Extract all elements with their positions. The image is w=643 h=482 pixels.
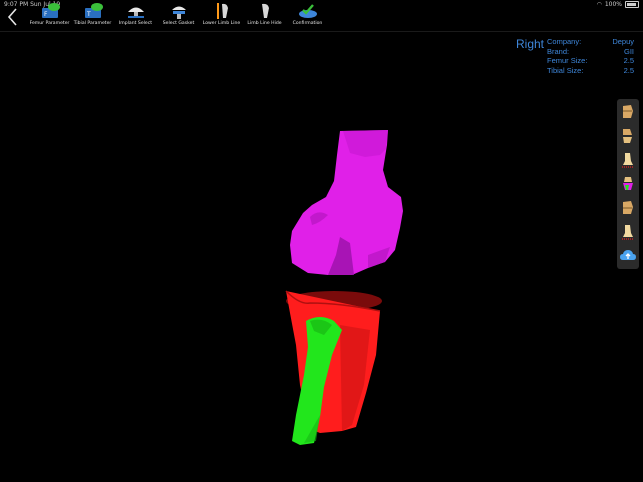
toolbar-tibial-parameter[interactable]: T Tibial Parameter (71, 2, 114, 30)
toolbar-femur-parameter[interactable]: F Femur Parameter (28, 2, 71, 30)
info-label: Company: (547, 37, 582, 46)
view-femur-alt-button[interactable] (618, 197, 638, 219)
view-femur-button[interactable] (618, 101, 638, 123)
status-indicators: ◠ 100% (597, 1, 639, 8)
view-femur-tibia-button[interactable] (618, 125, 638, 147)
toolbar-lower-limb-line[interactable]: Lower Limb Line (200, 2, 243, 30)
toolbar-confirmation[interactable]: Confirmation (286, 2, 329, 30)
upload-button[interactable] (618, 245, 638, 267)
toolbar-femur-parameter-label: Femur Parameter (29, 21, 70, 26)
view-side-toolbar (617, 99, 639, 269)
battery-percent: 100% (604, 1, 622, 8)
battery-icon (625, 1, 639, 8)
side-label: Right (516, 37, 545, 51)
limb-line-hide-icon (261, 3, 269, 18)
info-row-femur-size: Femur Size: 2.5 (547, 56, 634, 66)
femur-parameter-icon: F (41, 3, 60, 18)
select-gasket-icon (171, 6, 186, 19)
toolbar-confirmation-label: Confirmation (292, 21, 323, 26)
info-value: 2.5 (623, 65, 634, 75)
femur-model[interactable] (290, 130, 403, 275)
info-row-brand: Brand: GII (547, 47, 634, 57)
toolbar-select-gasket[interactable]: Select Gasket (157, 2, 200, 30)
info-row-company: Company: Depuy (547, 37, 634, 47)
tibia-view-icon (622, 153, 634, 168)
implant-select-icon (127, 7, 144, 18)
info-label: Brand: (547, 46, 570, 56)
info-value: GII (623, 46, 634, 56)
info-label: Tibial Size: (547, 65, 584, 75)
info-row-tibial-size: Tibial Size: 2.5 (547, 66, 634, 76)
info-value: 2.5 (623, 56, 634, 66)
view-color-model-button[interactable] (618, 173, 638, 195)
toolbar-tibial-parameter-label: Tibial Parameter (73, 21, 112, 26)
femur-view-icon (623, 105, 633, 118)
toolbar-lower-limb-line-label: Lower Limb Line (202, 21, 241, 26)
toolbar-implant-select-label: Implant Select (118, 21, 153, 26)
view-tibia-button[interactable] (618, 149, 638, 171)
femur-alt-view-icon (623, 201, 633, 214)
toolbar-implant-select[interactable]: Implant Select (114, 2, 157, 30)
svg-text:T: T (86, 11, 91, 18)
color-model-icon (623, 177, 633, 190)
femur-tibia-view-icon (623, 129, 632, 143)
back-button[interactable] (6, 7, 20, 27)
info-label: Femur Size: (547, 56, 588, 66)
svg-text:F: F (44, 11, 48, 18)
chevron-left-icon (7, 8, 17, 26)
toolbar-divider (0, 31, 643, 32)
lower-limb-line-icon (216, 3, 228, 19)
top-toolbar: F Femur Parameter T Tibial Parameter Imp… (28, 2, 329, 30)
view-tibia-alt-button[interactable] (618, 221, 638, 243)
wifi-icon: ◠ (596, 1, 602, 8)
confirmation-icon (298, 4, 317, 18)
tibial-parameter-icon: T (84, 3, 103, 18)
info-value: Depuy (612, 37, 634, 46)
toolbar-limb-line-hide[interactable]: Limb Line Hide (243, 2, 286, 30)
info-rows: Company: Depuy Brand: GII Femur Size: 2.… (547, 37, 634, 75)
3d-bone-model-view[interactable] (270, 125, 430, 455)
tibia-alt-view-icon (622, 225, 634, 240)
toolbar-select-gasket-label: Select Gasket (162, 21, 195, 26)
cloud-upload-icon (620, 250, 636, 260)
toolbar-limb-line-hide-label: Limb Line Hide (247, 21, 282, 26)
